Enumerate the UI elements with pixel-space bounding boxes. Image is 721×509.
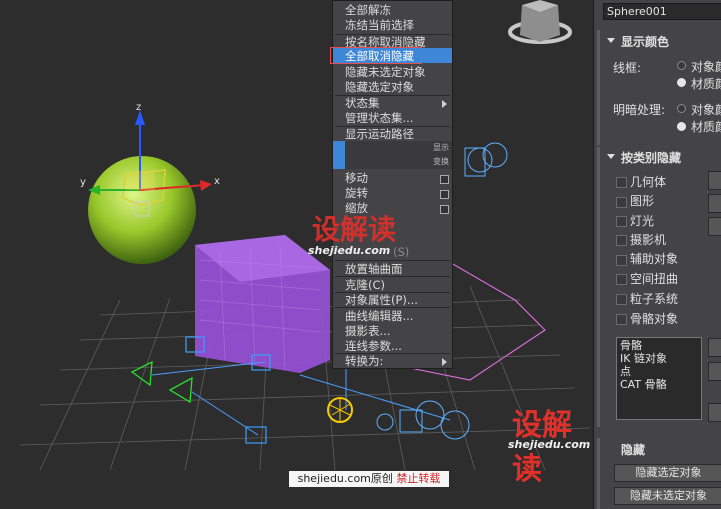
list-item[interactable]: 点 <box>620 366 631 378</box>
shaded-material-color-radio[interactable] <box>677 122 686 131</box>
menu-item-hide-unselected[interactable]: 隐藏未选定对象 <box>345 65 426 80</box>
wireframe-label: 线框: <box>613 61 642 75</box>
wireframe-material-color-radio[interactable] <box>677 78 686 87</box>
quad-indicator <box>333 141 345 155</box>
watermark-credit: shejiedu.com原创 禁止转载 <box>289 471 449 487</box>
side-button[interactable] <box>708 171 721 190</box>
menu-separator <box>335 276 450 277</box>
menu-item-freeze-selection[interactable]: 冻结当前选择 <box>345 18 414 33</box>
rollout-bar <box>597 438 600 509</box>
side-button[interactable] <box>708 217 721 236</box>
shaded-material-color-label: 材质颜色 <box>691 120 721 134</box>
watermark-domain-2: shejiedu.com <box>508 438 591 451</box>
category-label-geometry: 几何体 <box>630 175 667 189</box>
menu-item-object-properties[interactable]: 对象属性(P)... <box>345 293 418 308</box>
shaded-object-color-radio[interactable] <box>677 104 686 113</box>
axis-x-label: x <box>214 176 220 187</box>
menu-item-move[interactable]: 移动 <box>345 171 368 186</box>
list-item[interactable]: CAT 骨骼 <box>620 379 667 391</box>
side-button[interactable] <box>708 362 721 381</box>
shaded-object-color-label: 对象颜色 <box>691 103 721 117</box>
category-checkbox-particle-systems[interactable] <box>616 294 627 305</box>
collapse-arrow-icon[interactable] <box>607 38 615 43</box>
category-checkbox-geometry[interactable] <box>616 177 627 188</box>
settings-box-icon[interactable] <box>440 205 449 214</box>
menu-item-place-pivot-surface[interactable]: 放置轴曲面 <box>345 262 403 277</box>
menu-item-manage-state-sets[interactable]: 管理状态集... <box>345 111 413 126</box>
menu-item-unfreeze-all[interactable]: 全部解冻 <box>345 3 391 18</box>
collapse-arrow-icon[interactable] <box>607 154 615 159</box>
category-label-cameras: 摄影机 <box>630 233 667 247</box>
hide-selected-button[interactable]: 隐藏选定对象 <box>614 464 721 482</box>
rollout-bar <box>597 147 600 427</box>
quad-indicator <box>333 155 345 169</box>
wireframe-object-color-label: 对象颜色 <box>691 60 721 74</box>
menu-item-dope-sheet[interactable]: 摄影表... <box>345 324 390 339</box>
side-button[interactable] <box>708 403 721 422</box>
menu-item-display-trajectory[interactable]: 显示运动路径 <box>345 127 414 142</box>
quad-header-display: 显示 <box>333 141 452 155</box>
category-checkbox-helpers[interactable] <box>616 255 627 266</box>
object-name-field[interactable]: Sphere001 <box>603 3 721 20</box>
command-panel: Sphere001 显示颜色 线框: 对象颜色 材质颜色 明暗处理: 对象颜色 … <box>593 0 721 509</box>
menu-item-state-sets[interactable]: 状态集 <box>345 96 380 111</box>
view-cube <box>508 0 572 44</box>
watermark-brand: 设解读 <box>312 213 397 246</box>
side-button[interactable] <box>708 194 721 213</box>
wireframe-object-color-radio[interactable] <box>677 61 686 70</box>
wireframe-material-color-label: 材质颜色 <box>691 77 721 91</box>
rollout-title-display-color[interactable]: 显示颜色 <box>621 33 669 50</box>
settings-box-icon[interactable] <box>440 190 449 199</box>
credit-suffix: 禁止转载 <box>396 472 441 485</box>
quad-label-display: 显示 <box>433 143 449 152</box>
rollout-title-hide[interactable]: 隐藏 <box>621 441 645 458</box>
credit-prefix: shejiedu.com原创 <box>297 472 393 485</box>
list-item[interactable]: IK 链对象 <box>620 353 667 365</box>
submenu-arrow-icon <box>442 358 447 366</box>
category-list[interactable]: 骨骼 IK 链对象 点 CAT 骨骼 <box>616 337 702 420</box>
context-menu[interactable]: 全部解冻 冻结当前选择 按名称取消隐藏 全部取消隐藏 隐藏未选定对象 隐藏选定对… <box>330 0 453 369</box>
menu-item-convert-to[interactable]: 转换为: <box>345 354 383 369</box>
axis-y-label: y <box>80 177 86 188</box>
scene: z y x <box>19 0 591 471</box>
category-checkbox-cameras[interactable] <box>616 235 627 246</box>
menu-item-wire-parameters[interactable]: 连线参数... <box>345 339 402 354</box>
category-checkbox-bone-objects[interactable] <box>616 314 627 325</box>
category-checkbox-space-warps[interactable] <box>616 274 627 285</box>
rollout-title-hide-by-category[interactable]: 按类别隐藏 <box>621 149 681 166</box>
category-label-helpers: 辅助对象 <box>630 252 679 266</box>
category-label-shapes: 图形 <box>630 194 655 208</box>
menu-item-clone[interactable]: 克隆(C) <box>345 278 385 293</box>
menu-separator <box>335 260 450 261</box>
menu-item-unhide-all[interactable]: 全部取消隐藏 <box>345 49 414 64</box>
menu-item-curve-editor[interactable]: 曲线编辑器... <box>345 309 413 324</box>
menu-item-hide-selection[interactable]: 隐藏选定对象 <box>345 80 414 95</box>
menu-item-rotate[interactable]: 旋转 <box>345 186 368 201</box>
axis-z-label: z <box>136 102 141 113</box>
hide-unselected-button[interactable]: 隐藏未选定对象 <box>614 487 721 505</box>
list-item[interactable]: 骨骼 <box>620 340 642 352</box>
quad-label-transform: 变换 <box>433 157 449 166</box>
settings-box-icon[interactable] <box>440 175 449 184</box>
submenu-arrow-icon <box>442 100 447 108</box>
menu-separator <box>335 307 450 308</box>
category-checkbox-shapes[interactable] <box>616 197 627 208</box>
category-label-lights: 灯光 <box>630 214 655 228</box>
watermark-domain: shejiedu.com <box>308 244 391 257</box>
category-label-bone-objects: 骨骼对象 <box>630 312 679 326</box>
quad-header-transform: 变换 <box>333 155 452 169</box>
viewport[interactable]: z y x 全部解冻 冻结当前选择 按名称取消隐藏 全部取消隐藏 隐藏未选定对象… <box>0 0 593 509</box>
category-label-space-warps: 空间扭曲 <box>630 272 679 286</box>
category-label-particle-systems: 粒子系统 <box>630 292 679 306</box>
category-checkbox-lights[interactable] <box>616 216 627 227</box>
shaded-label: 明暗处理: <box>613 103 666 117</box>
rollout-bar <box>597 30 600 145</box>
side-button[interactable] <box>708 338 721 357</box>
